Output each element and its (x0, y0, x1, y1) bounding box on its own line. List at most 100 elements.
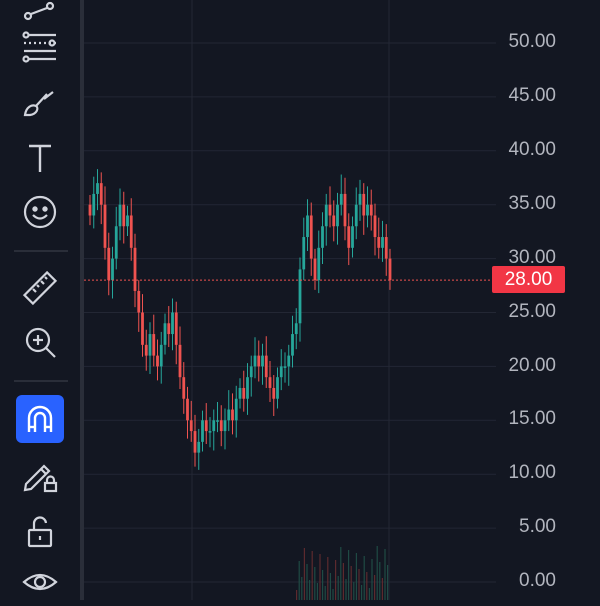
volume-bar (358, 569, 360, 600)
candle-body (219, 420, 223, 432)
candle-body (227, 409, 231, 421)
volume-bar (303, 548, 305, 600)
candle-body (144, 344, 148, 356)
candle-body (159, 344, 163, 367)
candle-body (264, 355, 268, 378)
candle-body (362, 193, 366, 216)
price-axis-label: 45.00 (508, 85, 556, 106)
fib-retracement-tool-icon[interactable] (16, 22, 64, 70)
candle-body (347, 226, 351, 248)
volume-bar (327, 557, 329, 600)
zoom-in-icon[interactable] (16, 318, 64, 366)
volume-bar (371, 559, 373, 600)
candle-body (324, 204, 328, 227)
candle-body (201, 420, 204, 442)
magnet-icon[interactable] (16, 395, 64, 443)
emoji-tool-icon[interactable] (16, 188, 64, 236)
candle-body (339, 193, 343, 205)
lock-drawings-icon[interactable] (16, 450, 64, 498)
candle-body (388, 258, 392, 281)
candle-body (99, 183, 103, 205)
volume-bar (332, 589, 334, 600)
candle-body (377, 237, 381, 248)
candle-body (268, 377, 272, 388)
candle-body (103, 204, 107, 248)
candle-body (126, 215, 129, 227)
candle-body (96, 183, 99, 194)
candle-body (294, 323, 298, 335)
volume-bar (379, 562, 381, 600)
candle-body (156, 355, 159, 367)
eye-visibility-icon[interactable] (16, 558, 64, 606)
volume-bar (319, 554, 321, 600)
volume-bar (306, 564, 308, 600)
volume-bar (296, 590, 298, 600)
candle-body (246, 377, 249, 399)
volume-bar (381, 578, 383, 600)
candle-body (257, 355, 261, 367)
volume-bar (387, 565, 389, 600)
price-axis-label: 10.00 (508, 462, 556, 483)
candle-body (332, 215, 336, 227)
candle-body (212, 420, 216, 432)
candle-body (369, 204, 373, 216)
candle-body (186, 398, 189, 421)
candle-body (223, 420, 227, 432)
candle-body (167, 323, 171, 335)
candle-body (204, 420, 208, 432)
measure-ruler-icon[interactable] (16, 264, 64, 312)
candle-body (197, 441, 201, 453)
volume-bar (350, 566, 352, 600)
candle-body (189, 420, 193, 432)
text-tool-icon[interactable] (16, 134, 64, 182)
price-axis-label: 20.00 (508, 355, 556, 376)
volume-bar (376, 546, 378, 600)
volume-bar (348, 550, 350, 600)
candle-body (279, 366, 283, 378)
candle-body (366, 204, 369, 216)
volume-bar (316, 583, 318, 600)
price-axis-label: 0.00 (519, 570, 556, 591)
candle-body (208, 431, 212, 433)
price-axis-label: 50.00 (508, 31, 556, 52)
candle-body (111, 258, 114, 281)
candle-body (92, 193, 96, 216)
candle-body (313, 258, 317, 281)
candle-body (114, 226, 118, 259)
volume-bar (361, 585, 363, 600)
volume-bar (355, 553, 357, 600)
candle-body (107, 247, 111, 281)
price-axis-label: 25.00 (508, 301, 556, 322)
candle-body (182, 377, 186, 399)
candle-body (216, 420, 219, 422)
candle-body (174, 312, 178, 345)
candle-body (122, 204, 126, 227)
volume-bar (337, 576, 339, 600)
volume-bar (311, 551, 313, 600)
unlock-icon[interactable] (16, 508, 64, 556)
volume-bar (340, 547, 342, 600)
brush-tool-icon[interactable] (16, 78, 64, 126)
volume-bar (384, 549, 386, 600)
candle-body (358, 193, 362, 205)
candle-body (343, 193, 347, 227)
candle-body (298, 269, 302, 324)
candle-body (129, 215, 133, 248)
price-axis-label: 5.00 (519, 516, 556, 537)
candle-body (321, 226, 324, 248)
candle-body (178, 344, 182, 378)
drawing-toolbar (0, 0, 80, 600)
candle-body (336, 204, 339, 227)
toolbar-separator (14, 250, 68, 252)
candle-body (351, 226, 354, 248)
candle-body (242, 387, 246, 399)
candle-body (137, 290, 141, 313)
volume-bar (342, 563, 344, 600)
price-axis-label: 15.00 (508, 408, 556, 429)
candle-body (238, 387, 242, 399)
volume-bar (345, 579, 347, 600)
candle-body (272, 387, 276, 399)
candle-body (141, 312, 144, 345)
candle-body (291, 334, 294, 356)
candle-body (88, 204, 92, 216)
